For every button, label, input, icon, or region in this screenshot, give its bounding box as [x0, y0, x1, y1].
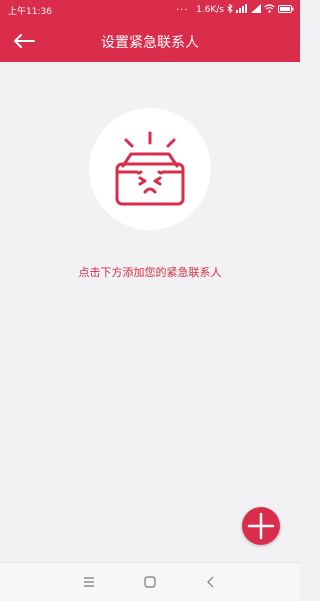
app-bar: 设置紧急联系人 [0, 20, 300, 62]
empty-state-illustration [89, 108, 211, 230]
add-contact-button[interactable] [242, 507, 280, 545]
plus-icon [247, 512, 275, 540]
wifi-icon [264, 4, 275, 16]
system-nav-bar [0, 562, 300, 601]
status-bar: 上午11:36 ... 1.6K/s [0, 0, 300, 20]
status-more: ... [176, 2, 189, 13]
status-icons: 1.6K/s [196, 3, 294, 16]
page-title: 设置紧急联系人 [101, 35, 199, 51]
empty-inbox-icon [115, 131, 185, 206]
signal-icon [236, 4, 248, 16]
nav-home-button[interactable] [140, 573, 160, 591]
empty-hint-text: 点击下方添加您的紧急联系人 [78, 266, 222, 279]
battery-icon [278, 4, 294, 16]
back-chevron-icon [207, 576, 214, 588]
network-speed: 1.6K/s [196, 5, 224, 15]
home-icon [144, 576, 156, 588]
bluetooth-icon [227, 3, 233, 16]
menu-icon [84, 577, 94, 587]
nav-back-button[interactable] [201, 573, 221, 591]
nav-menu-button[interactable] [79, 573, 99, 591]
status-time: 上午11:36 [8, 7, 52, 17]
signal-icon-2 [251, 4, 261, 16]
